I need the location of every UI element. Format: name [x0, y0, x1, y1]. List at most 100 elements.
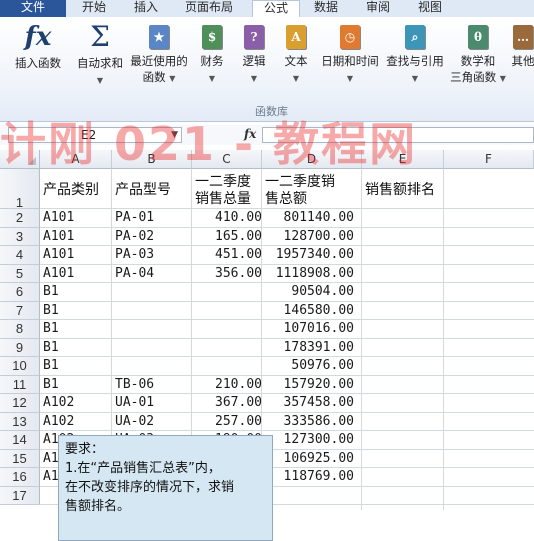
cell-quantity[interactable]: 367.00 — [215, 395, 262, 410]
cell-amount[interactable]: 106925.00 — [284, 451, 354, 466]
row-header-6[interactable]: 6 — [0, 283, 40, 302]
lookup-dropdown-icon[interactable]: ▼ — [412, 74, 418, 83]
logical-button[interactable]: ? 逻辑 ▼ — [236, 23, 272, 87]
cell-amount[interactable]: 178391.00 — [284, 340, 354, 355]
row-header-13[interactable]: 13 — [0, 413, 40, 432]
row-header-14[interactable]: 14 — [0, 431, 40, 450]
name-box-dropdown-icon[interactable]: ▼ — [171, 128, 178, 142]
header-sales-amount-1[interactable]: 一二季度销 — [265, 174, 335, 191]
date-time-dropdown-icon[interactable]: ▼ — [347, 74, 353, 83]
cell-amount[interactable]: 1957340.00 — [276, 247, 354, 262]
recently-used-dropdown-icon[interactable]: ▼ — [169, 74, 175, 83]
cell-category[interactable]: A101 — [43, 229, 74, 244]
cell-amount[interactable]: 146580.00 — [284, 303, 354, 318]
cell-quantity[interactable]: 210.00 — [215, 377, 262, 392]
name-box[interactable]: E2 ▼ — [8, 127, 182, 143]
date-time-button[interactable]: ◷ 日期和时间 ▼ — [318, 23, 382, 87]
cell-quantity[interactable]: 356.00 — [215, 266, 262, 281]
cell-category[interactable]: B1 — [43, 303, 59, 318]
cell-quantity[interactable]: 257.00 — [215, 414, 262, 429]
row-header-1[interactable]: 1 — [0, 169, 40, 209]
row-header-2[interactable]: 2 — [0, 209, 40, 228]
text-dropdown-icon[interactable]: ▼ — [293, 74, 299, 83]
tab-review[interactable]: 审阅 — [362, 0, 394, 17]
cell-category[interactable]: A102 — [43, 395, 74, 410]
financial-dropdown-icon[interactable]: ▼ — [209, 74, 215, 83]
cell-amount[interactable]: 801140.00 — [284, 210, 354, 225]
row-header-7[interactable]: 7 — [0, 302, 40, 321]
cell-amount[interactable]: 118769.00 — [284, 469, 354, 484]
tab-formulas[interactable]: 公式 — [252, 0, 300, 17]
row-header-17[interactable]: 17 — [0, 487, 40, 506]
header-sales-qty-2[interactable]: 销售总量 — [195, 191, 251, 208]
cell-model[interactable]: PA-02 — [115, 229, 154, 244]
cell-quantity[interactable]: 165.00 — [215, 229, 262, 244]
recently-used-button[interactable]: ★ 最近使用的 函数 ▼ — [128, 23, 190, 87]
lookup-reference-button[interactable]: ⌕ 查找与引用 ▼ — [384, 23, 446, 87]
cell-category[interactable]: A101 — [43, 210, 74, 225]
logical-dropdown-icon[interactable]: ▼ — [251, 74, 257, 83]
row-header-3[interactable]: 3 — [0, 228, 40, 247]
formula-input[interactable] — [262, 127, 534, 143]
cell-amount[interactable]: 50976.00 — [291, 358, 354, 373]
tab-data[interactable]: 数据 — [310, 0, 342, 17]
cell-category[interactable]: A102 — [43, 414, 74, 429]
cell-amount[interactable]: 90504.00 — [291, 284, 354, 299]
cell-category[interactable]: B1 — [43, 284, 59, 299]
math-trig-dropdown-icon[interactable]: ▼ — [500, 74, 506, 83]
cell-model[interactable]: UA-02 — [115, 414, 154, 429]
cell-amount[interactable]: 127300.00 — [284, 432, 354, 447]
cell-quantity[interactable]: 410.00 — [215, 210, 262, 225]
cell-category[interactable]: B1 — [43, 377, 59, 392]
row-header-16[interactable]: 16 — [0, 468, 40, 487]
cell-amount[interactable]: 107016.00 — [284, 321, 354, 336]
row-header-8[interactable]: 8 — [0, 320, 40, 339]
select-all-corner[interactable] — [0, 150, 40, 169]
header-sales-amount-2[interactable]: 售总额 — [265, 191, 307, 208]
cell-model[interactable]: TB-06 — [115, 377, 154, 392]
header-product-category[interactable]: 产品类别 — [43, 182, 99, 199]
cell-amount[interactable]: 1118908.00 — [276, 266, 354, 281]
cell-category[interactable]: B1 — [43, 321, 59, 336]
cell-category[interactable]: B1 — [43, 340, 59, 355]
cell-model[interactable]: PA-03 — [115, 247, 154, 262]
cell-model[interactable]: PA-01 — [115, 210, 154, 225]
row-header-9[interactable]: 9 — [0, 339, 40, 358]
col-header-b[interactable]: B — [112, 150, 192, 169]
financial-button[interactable]: $ 财务 ▼ — [194, 23, 230, 87]
autosum-dropdown-icon[interactable]: ▼ — [97, 76, 103, 85]
insert-function-button[interactable]: fx 插入函数 — [8, 23, 68, 71]
col-header-e[interactable]: E — [362, 150, 444, 169]
header-product-model[interactable]: 产品型号 — [115, 182, 171, 199]
header-sales-rank[interactable]: 销售额排名 — [365, 182, 435, 199]
tab-view[interactable]: 视图 — [414, 0, 446, 17]
col-header-f[interactable]: F — [444, 150, 534, 169]
row-header-10[interactable]: 10 — [0, 357, 40, 376]
col-header-c[interactable]: C — [192, 150, 262, 169]
autosum-button[interactable]: Σ 自动求和 ▼ — [72, 23, 128, 89]
cell-category[interactable]: B1 — [43, 358, 59, 373]
cell-quantity[interactable]: 451.00 — [215, 247, 262, 262]
row-header-4[interactable]: 4 — [0, 246, 40, 265]
row-header-11[interactable]: 11 — [0, 376, 40, 395]
cell-model[interactable]: UA-01 — [115, 395, 154, 410]
col-header-a[interactable]: A — [40, 150, 112, 169]
tab-page-layout[interactable]: 页面布局 — [180, 0, 238, 17]
math-trig-button[interactable]: θ 数学和 三角函数 ▼ — [448, 23, 508, 87]
tab-home[interactable]: 开始 — [78, 0, 110, 17]
cell-amount[interactable]: 333586.00 — [284, 414, 354, 429]
insert-function-fx-icon[interactable]: fx — [244, 127, 256, 141]
header-sales-qty-1[interactable]: 一二季度 — [195, 174, 251, 191]
cell-model[interactable]: PA-04 — [115, 266, 154, 281]
cell-amount[interactable]: 357458.00 — [284, 395, 354, 410]
cell-category[interactable]: A101 — [43, 247, 74, 262]
cell-amount[interactable]: 128700.00 — [284, 229, 354, 244]
worksheet-grid[interactable]: A B C D E F 1234567891011121314151617 产品… — [0, 150, 534, 510]
row-header-5[interactable]: 5 — [0, 265, 40, 284]
tab-file[interactable]: 文件 — [0, 0, 66, 17]
cell-category[interactable]: A101 — [43, 266, 74, 281]
tab-insert[interactable]: 插入 — [130, 0, 162, 17]
text-button[interactable]: A 文本 ▼ — [278, 23, 314, 87]
more-functions-button[interactable]: … 其他 — [510, 23, 534, 69]
col-header-d[interactable]: D — [262, 150, 362, 169]
